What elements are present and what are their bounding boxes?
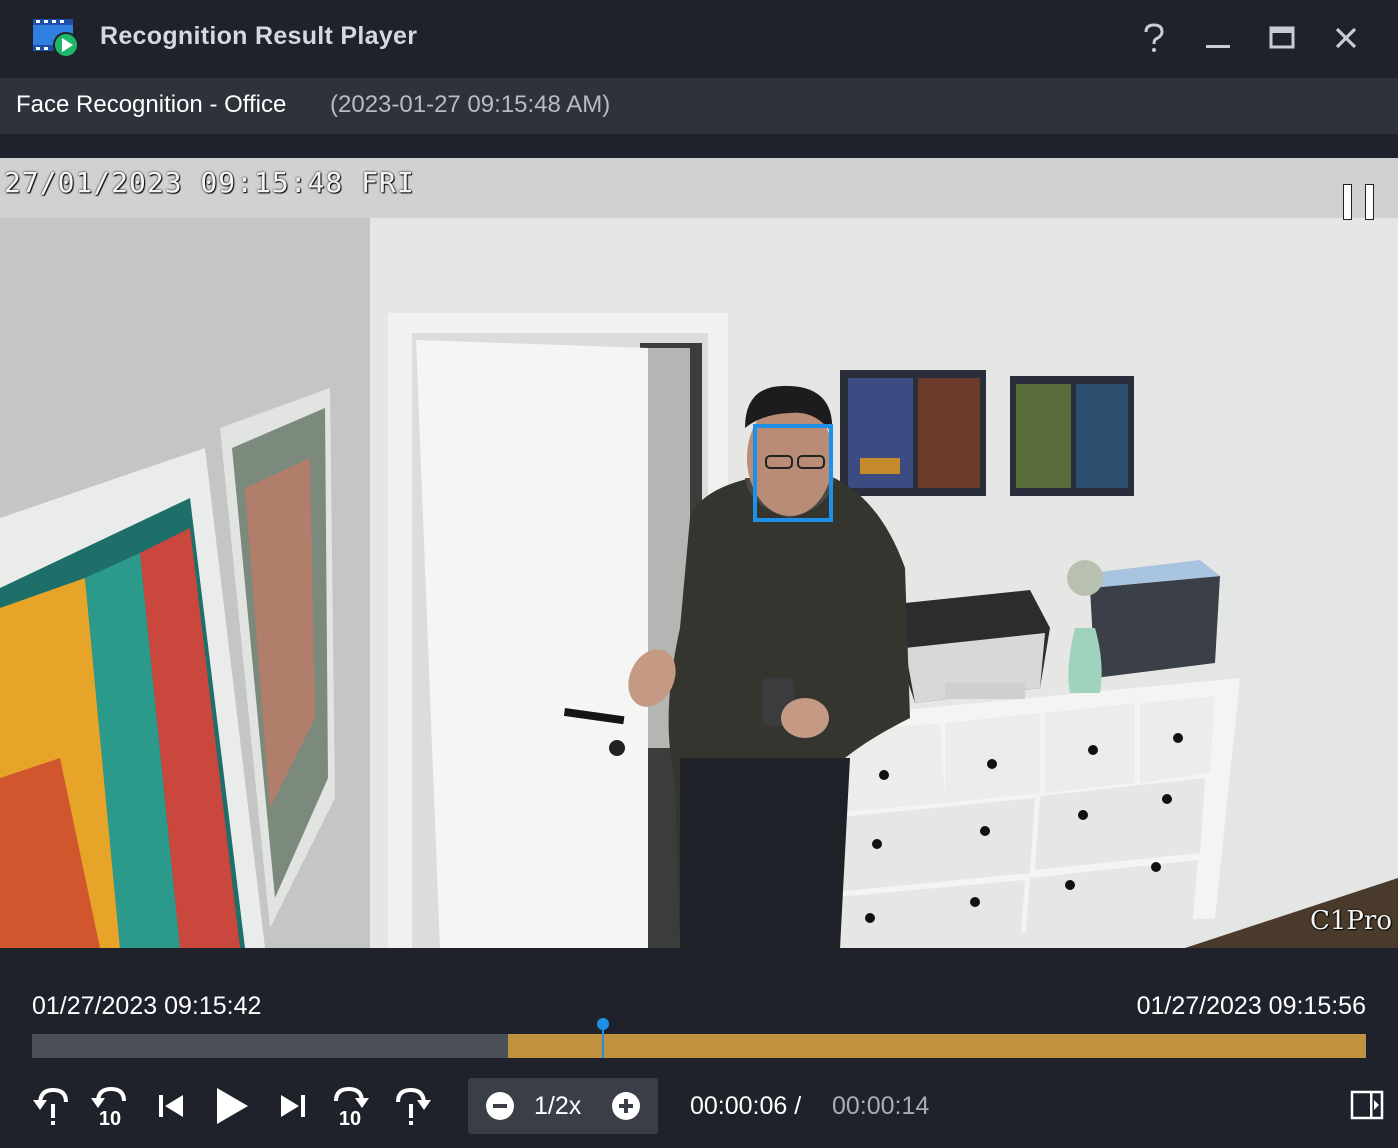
current-time-value: 00:00:06 bbox=[690, 1092, 788, 1120]
minimize-button[interactable] bbox=[1198, 18, 1238, 58]
osd-timestamp: 27/01/2023 09:15:48 FRI bbox=[4, 166, 415, 199]
svg-text:10: 10 bbox=[99, 1108, 121, 1128]
timeline-track[interactable] bbox=[32, 1018, 1366, 1058]
speed-increase-icon[interactable] bbox=[611, 1091, 641, 1121]
close-button[interactable] bbox=[1326, 18, 1366, 58]
rewind-event-icon bbox=[33, 1087, 68, 1125]
skip-previous-icon bbox=[159, 1095, 183, 1117]
next-button[interactable] bbox=[270, 1084, 314, 1128]
player-app-icon bbox=[33, 19, 79, 58]
close-icon bbox=[1335, 27, 1357, 49]
window-title: Recognition Result Player bbox=[100, 22, 418, 50]
svg-text:10: 10 bbox=[339, 1108, 361, 1128]
jump-forward-event-button[interactable] bbox=[390, 1084, 434, 1128]
pause-icon-bar bbox=[1365, 184, 1374, 220]
event-header: Face Recognition - Office (2023-01-27 09… bbox=[0, 78, 1398, 134]
total-time: 00:00:14 bbox=[832, 1092, 930, 1120]
event-datetime: (2023-01-27 09:15:48 AM) bbox=[330, 91, 611, 118]
event-title: Face Recognition - Office bbox=[16, 91, 287, 118]
timeline-playhead[interactable] bbox=[596, 1018, 609, 1058]
forward-event-icon bbox=[396, 1087, 431, 1125]
title-bar: Recognition Result Player bbox=[0, 0, 1398, 78]
playback-speed-value: 1/2x bbox=[534, 1092, 582, 1120]
recognition-range bbox=[508, 1034, 1366, 1058]
help-button[interactable] bbox=[1134, 18, 1174, 58]
current-time: 00:00:06 / bbox=[690, 1092, 808, 1121]
timeline-start-time: 01/27/2023 09:15:42 bbox=[32, 992, 262, 1020]
playback-speed-control: 1/2x bbox=[468, 1078, 658, 1134]
previous-button[interactable] bbox=[150, 1084, 194, 1128]
rewind-10-button[interactable]: 10 bbox=[88, 1084, 132, 1128]
speed-decrease-icon[interactable] bbox=[485, 1091, 515, 1121]
timeline-end-time: 01/27/2023 09:15:56 bbox=[1136, 992, 1366, 1020]
maximize-button[interactable] bbox=[1262, 18, 1302, 58]
maximize-icon bbox=[1269, 26, 1295, 49]
video-frame[interactable]: 27/01/2023 09:15:48 FRI C1Pro bbox=[0, 158, 1398, 948]
play-icon bbox=[217, 1088, 248, 1124]
video-pause-button[interactable] bbox=[1343, 184, 1377, 220]
jump-back-event-button[interactable] bbox=[30, 1084, 74, 1128]
rewind-10-icon: 10 bbox=[91, 1086, 126, 1128]
skip-next-icon bbox=[281, 1095, 305, 1117]
pause-icon bbox=[1343, 184, 1352, 220]
forward-10-button[interactable]: 10 bbox=[328, 1084, 372, 1128]
camera-scene-image bbox=[0, 158, 1398, 948]
face-detection-box bbox=[753, 424, 833, 522]
help-icon bbox=[1144, 23, 1164, 52]
side-panel-toggle-icon[interactable] bbox=[1350, 1090, 1384, 1120]
time-separator: / bbox=[787, 1092, 809, 1120]
minimize-icon bbox=[1206, 45, 1230, 48]
camera-model-label: C1Pro bbox=[1309, 906, 1392, 936]
player-controls: 01/27/2023 09:15:42 01/27/2023 09:15:56 … bbox=[0, 972, 1398, 1148]
play-button[interactable] bbox=[210, 1084, 254, 1128]
forward-10-icon: 10 bbox=[334, 1086, 369, 1128]
